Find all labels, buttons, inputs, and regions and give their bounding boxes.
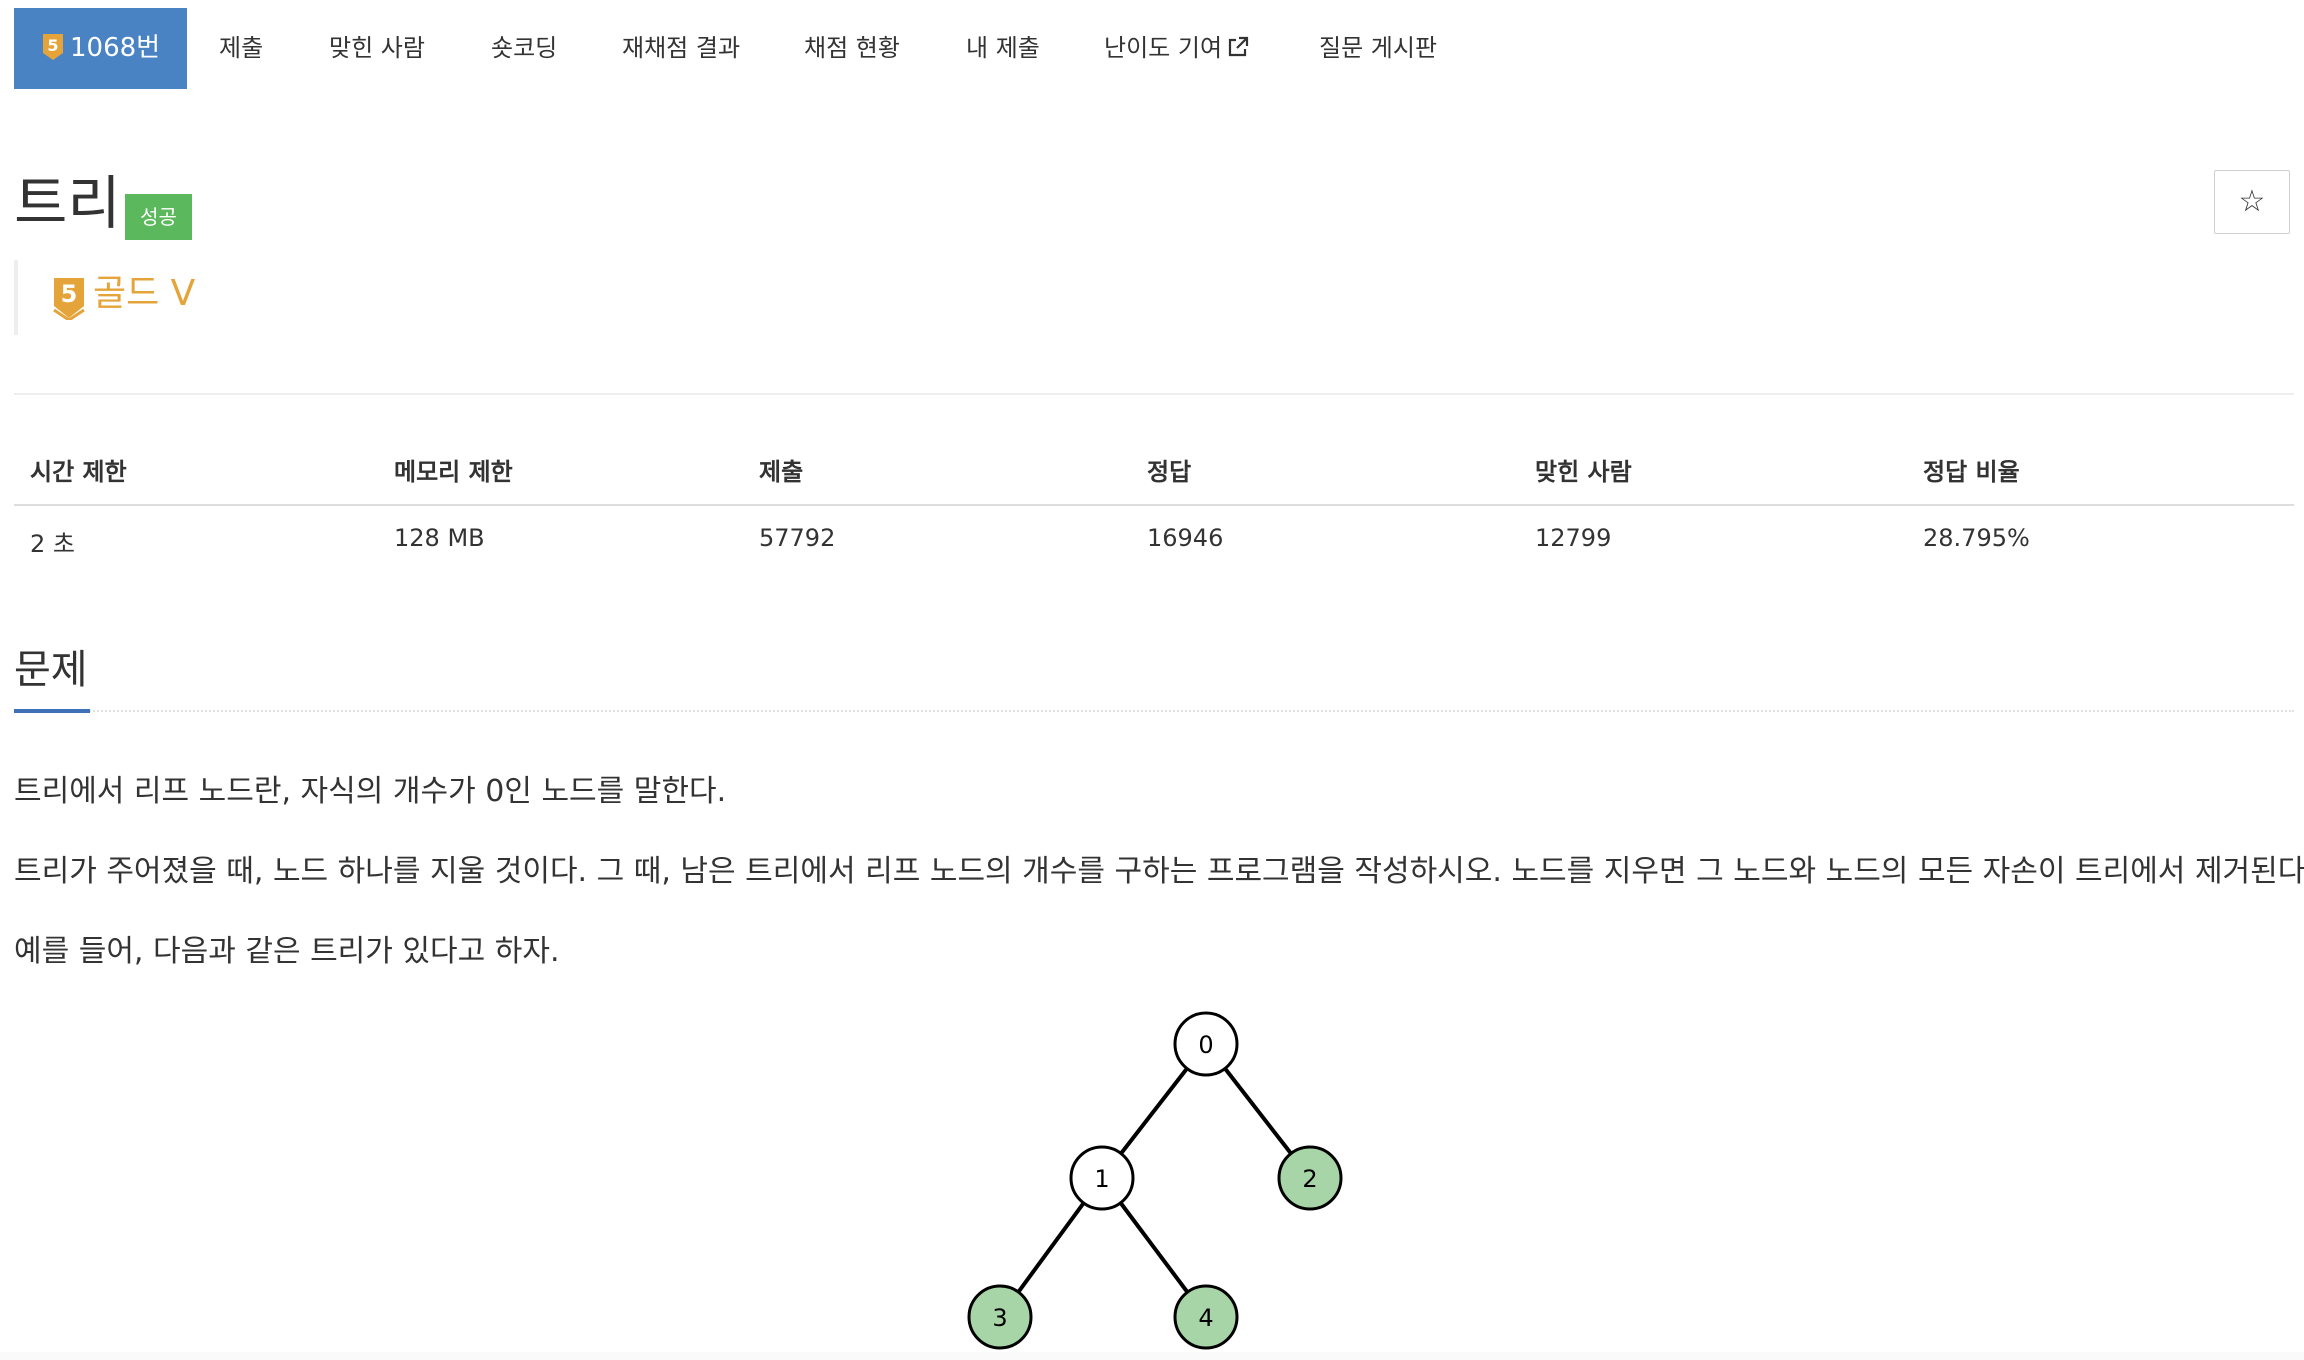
section-accent-bar: [14, 709, 90, 713]
problem-section-heading: 문제: [14, 640, 2294, 720]
table-row: 2 초 128 MB 57792 16946 12799 28.795%: [14, 512, 2294, 572]
tab-difficulty-label: 난이도 기여: [1104, 34, 1223, 62]
tab-rejudge-results[interactable]: 재채점 결과: [622, 8, 740, 89]
table-header-row: 시간 제한 메모리 제한 제출 정답 맞힌 사람 정답 비율: [14, 440, 2294, 500]
tier-gold-icon: 5: [52, 276, 86, 324]
table-header-accept-ratio: 정답 비율: [1923, 458, 2020, 486]
status-badge: 성공: [125, 194, 192, 240]
submissions-value: 57792: [759, 524, 836, 552]
tab-problem[interactable]: 5 1068번: [14, 8, 187, 89]
section-divider: [14, 710, 2294, 712]
external-link-icon: [1226, 11, 1250, 92]
tree-nodes: 0 1 2 3 4: [967, 1011, 1343, 1350]
tab-submit[interactable]: 제출: [219, 8, 263, 89]
tree-node-label: 1: [1094, 1165, 1109, 1193]
table-header-solved-users: 맞힌 사람: [1535, 458, 1632, 486]
tab-problem-label: 1068번: [70, 33, 161, 63]
bottom-edge: [0, 1352, 2304, 1360]
tree-node-label: 0: [1198, 1031, 1213, 1059]
favorite-button[interactable]: ☆: [2214, 170, 2290, 234]
tree-node-2: 2: [1277, 1145, 1343, 1211]
tab-difficulty-contribution[interactable]: 난이도 기여: [1104, 8, 1250, 89]
tree-node-4: 4: [1173, 1284, 1239, 1350]
tree-node-label: 3: [992, 1304, 1007, 1332]
tree-node-1: 1: [1069, 1145, 1135, 1211]
tier-block: 5 골드 V: [14, 260, 195, 335]
tree-edges: [998, 1042, 1312, 1319]
tree-diagram: 0 1 2 3 4: [967, 1011, 1343, 1350]
problem-title: 트리: [14, 169, 121, 237]
table-header-accepted: 정답: [1147, 458, 1192, 486]
table-header-submissions: 제출: [759, 458, 804, 486]
description-paragraph: 예를 들어, 다음과 같은 트리가 있다고 하자.: [14, 934, 560, 969]
svg-text:5: 5: [47, 36, 58, 55]
accept-ratio-value: 28.795%: [1923, 524, 2030, 552]
tab-short-coding[interactable]: 숏코딩: [491, 8, 557, 89]
tree-node-label: 2: [1302, 1165, 1317, 1193]
solved-users-value: 12799: [1535, 524, 1612, 552]
tree-node-label: 4: [1198, 1304, 1213, 1332]
description-paragraph: 트리에서 리프 노드란, 자식의 개수가 0인 노드를 말한다.: [14, 774, 727, 809]
svg-text:5: 5: [61, 280, 78, 308]
tier-label[interactable]: 골드 V: [93, 274, 195, 314]
tab-qna-board[interactable]: 질문 게시판: [1319, 8, 1437, 89]
table-header-time-limit: 시간 제한: [30, 458, 127, 486]
tab-accepted-users[interactable]: 맞힌 사람: [329, 8, 425, 89]
tab-status[interactable]: 채점 현황: [804, 8, 900, 89]
tree-node-3: 3: [967, 1284, 1033, 1350]
problem-nav: 5 1068번 제출 맞힌 사람 숏코딩 재채점 결과 채점 현황 내 제출 난…: [14, 8, 1514, 89]
divider: [14, 393, 2294, 395]
accepted-value: 16946: [1147, 524, 1224, 552]
description-paragraph: 트리가 주어졌을 때, 노드 하나를 지울 것이다. 그 때, 남은 트리에서 …: [14, 854, 2304, 889]
tab-my-submissions[interactable]: 내 제출: [966, 8, 1040, 89]
tree-node-0: 0: [1173, 1011, 1239, 1077]
tier-gold-icon: 5: [42, 13, 64, 60]
section-title: 문제: [14, 647, 88, 693]
table-divider: [14, 504, 2294, 506]
table-header-memory-limit: 메모리 제한: [394, 458, 513, 486]
time-limit-value: 2 초: [30, 530, 75, 558]
memory-limit-value: 128 MB: [394, 524, 485, 552]
star-icon: ☆: [2238, 184, 2266, 219]
